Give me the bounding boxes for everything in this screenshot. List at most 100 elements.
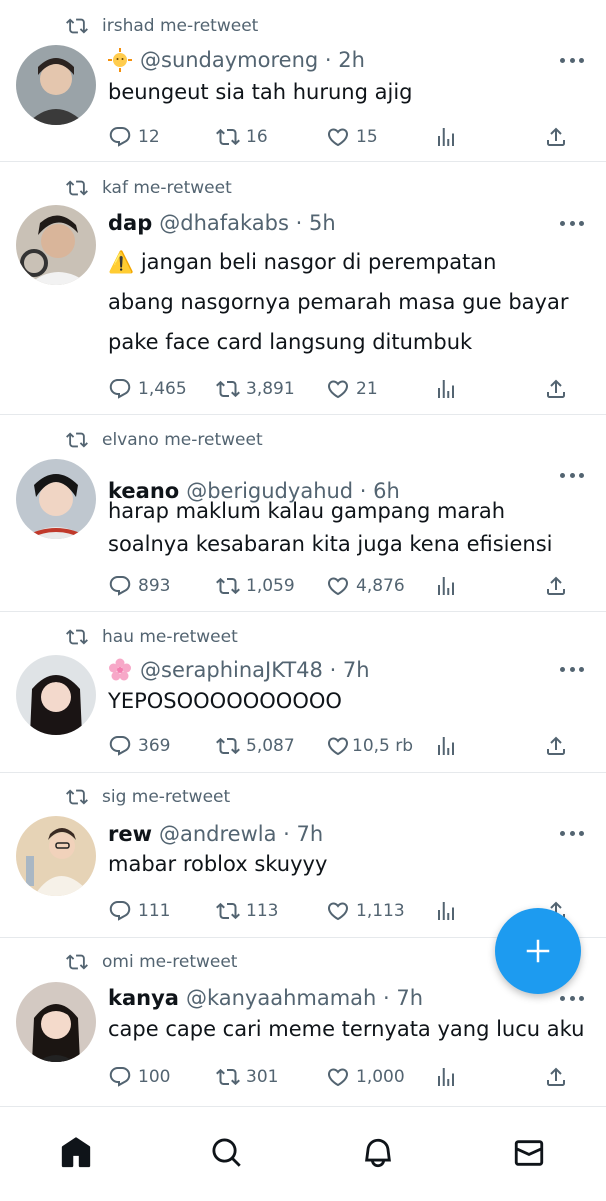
analytics-icon xyxy=(438,577,454,595)
tweet-card[interactable]: elvano me-retweet keano @berigudyahud · … xyxy=(0,415,606,612)
compose-tweet-button[interactable] xyxy=(495,908,581,994)
retweet-button[interactable]: 3,891 xyxy=(216,374,295,404)
retweet-icon xyxy=(216,577,240,595)
like-button[interactable]: 15 xyxy=(326,122,378,152)
reply-button[interactable]: 111 xyxy=(108,896,170,926)
nav-notifications[interactable] xyxy=(360,1135,396,1171)
handle-time[interactable]: @kanyaahmamah · 7h xyxy=(186,986,423,1010)
retweet-count: 16 xyxy=(246,127,268,147)
reply-button[interactable]: 369 xyxy=(108,731,170,761)
retweet-label: omi me-retweet xyxy=(102,952,238,972)
avatar[interactable] xyxy=(16,816,96,896)
reply-count: 893 xyxy=(138,576,171,596)
share-button[interactable] xyxy=(544,1062,574,1092)
like-button[interactable]: 1,000 xyxy=(326,1062,405,1092)
share-button[interactable] xyxy=(544,571,574,601)
reply-button[interactable]: 12 xyxy=(108,122,160,152)
avatar[interactable] xyxy=(16,982,96,1062)
more-options-icon[interactable] xyxy=(560,218,584,228)
like-button[interactable]: 21 xyxy=(326,374,378,404)
plus-icon xyxy=(526,939,550,963)
analytics-icon xyxy=(438,737,454,755)
share-button[interactable] xyxy=(544,122,574,152)
sun-emoji-icon xyxy=(108,48,132,72)
handle-time[interactable]: @dhafakabs · 5h xyxy=(159,211,335,235)
like-count: 4,876 xyxy=(356,576,405,596)
tweet-actions: 893 1,059 4,876 xyxy=(108,571,578,601)
tweet-text: cape cape cari meme ternyata yang lucu a… xyxy=(108,1017,585,1041)
display-name[interactable]: dap xyxy=(108,211,152,235)
views-button[interactable] xyxy=(434,571,464,601)
reply-button[interactable]: 100 xyxy=(108,1062,170,1092)
like-button[interactable]: 10,5 rb xyxy=(326,731,413,761)
reply-button[interactable]: 893 xyxy=(108,571,170,601)
retweet-icon xyxy=(216,128,240,146)
retweet-count: 301 xyxy=(246,1067,279,1087)
share-icon xyxy=(547,127,565,146)
like-count: 10,5 rb xyxy=(352,736,414,756)
bottom-navigation xyxy=(0,1106,606,1201)
display-name[interactable]: kanya xyxy=(108,986,179,1010)
nav-home[interactable] xyxy=(58,1135,94,1171)
retweet-count: 1,059 xyxy=(246,576,295,596)
analytics-icon xyxy=(438,1068,454,1086)
heart-icon xyxy=(327,1068,349,1087)
tweet-card[interactable]: kaf me-retweet dap @dhafakabs · 5h ⚠️ ja… xyxy=(0,162,606,415)
tweet-card[interactable]: hau me-retweet @seraphinaJKT48 · 7h YEPO… xyxy=(0,612,606,773)
views-button[interactable] xyxy=(434,896,464,926)
handle-time[interactable]: @andrewla · 7h xyxy=(159,822,323,846)
reply-icon xyxy=(109,127,131,147)
retweet-icon xyxy=(216,1068,240,1086)
tweet-header: @seraphinaJKT48 · 7h xyxy=(108,655,370,685)
reply-button[interactable]: 1,465 xyxy=(108,374,187,404)
retweet-button[interactable]: 301 xyxy=(216,1062,278,1092)
views-button[interactable] xyxy=(434,1062,464,1092)
avatar[interactable] xyxy=(16,205,96,285)
more-options-icon[interactable] xyxy=(560,55,584,65)
views-button[interactable] xyxy=(434,374,464,404)
nav-messages[interactable] xyxy=(511,1135,547,1171)
analytics-icon xyxy=(438,902,454,920)
retweet-button[interactable]: 113 xyxy=(216,896,278,926)
more-options-icon[interactable] xyxy=(560,828,584,838)
retweet-icon xyxy=(66,180,88,196)
analytics-icon xyxy=(438,128,454,146)
retweet-label: hau me-retweet xyxy=(102,627,238,647)
views-button[interactable] xyxy=(434,122,464,152)
retweet-icon xyxy=(66,789,88,805)
retweet-indicator: elvano me-retweet xyxy=(66,428,263,452)
more-options-icon[interactable] xyxy=(560,993,584,1003)
retweet-button[interactable]: 1,059 xyxy=(216,571,295,601)
reply-icon xyxy=(109,576,131,596)
avatar[interactable] xyxy=(16,459,96,539)
retweet-button[interactable]: 16 xyxy=(216,122,268,152)
handle-time[interactable]: @sundaymoreng · 2h xyxy=(140,48,365,72)
retweet-count: 113 xyxy=(246,901,279,921)
tweet-card[interactable]: irshad me-retweet @sundaymoreng · 2h beu… xyxy=(0,0,606,162)
retweet-icon xyxy=(66,18,88,34)
views-button[interactable] xyxy=(434,731,464,761)
retweet-indicator: hau me-retweet xyxy=(66,625,238,649)
tweet-text: beungeut sia tah hurung ajig xyxy=(108,80,413,104)
retweet-indicator: kaf me-retweet xyxy=(66,176,232,200)
retweet-label: kaf me-retweet xyxy=(102,178,232,198)
share-button[interactable] xyxy=(544,731,574,761)
display-name[interactable]: rew xyxy=(108,822,152,846)
retweet-button[interactable]: 5,087 xyxy=(216,731,295,761)
share-button[interactable] xyxy=(544,374,574,404)
retweet-icon xyxy=(216,380,240,398)
retweet-indicator: irshad me-retweet xyxy=(66,14,258,38)
more-options-icon[interactable] xyxy=(560,664,584,674)
more-options-icon[interactable] xyxy=(560,470,584,480)
avatar[interactable] xyxy=(16,45,96,125)
reply-count: 12 xyxy=(138,127,160,147)
nav-search[interactable] xyxy=(209,1135,245,1171)
tweet-header: kanya @kanyaahmamah · 7h xyxy=(108,983,423,1013)
retweet-icon xyxy=(216,902,240,920)
like-button[interactable]: 1,113 xyxy=(326,896,405,926)
handle-time[interactable]: @seraphinaJKT48 · 7h xyxy=(140,658,370,682)
retweet-indicator: sig me-retweet xyxy=(66,785,230,809)
reply-icon xyxy=(109,379,131,399)
like-button[interactable]: 4,876 xyxy=(326,571,405,601)
avatar[interactable] xyxy=(16,655,96,735)
